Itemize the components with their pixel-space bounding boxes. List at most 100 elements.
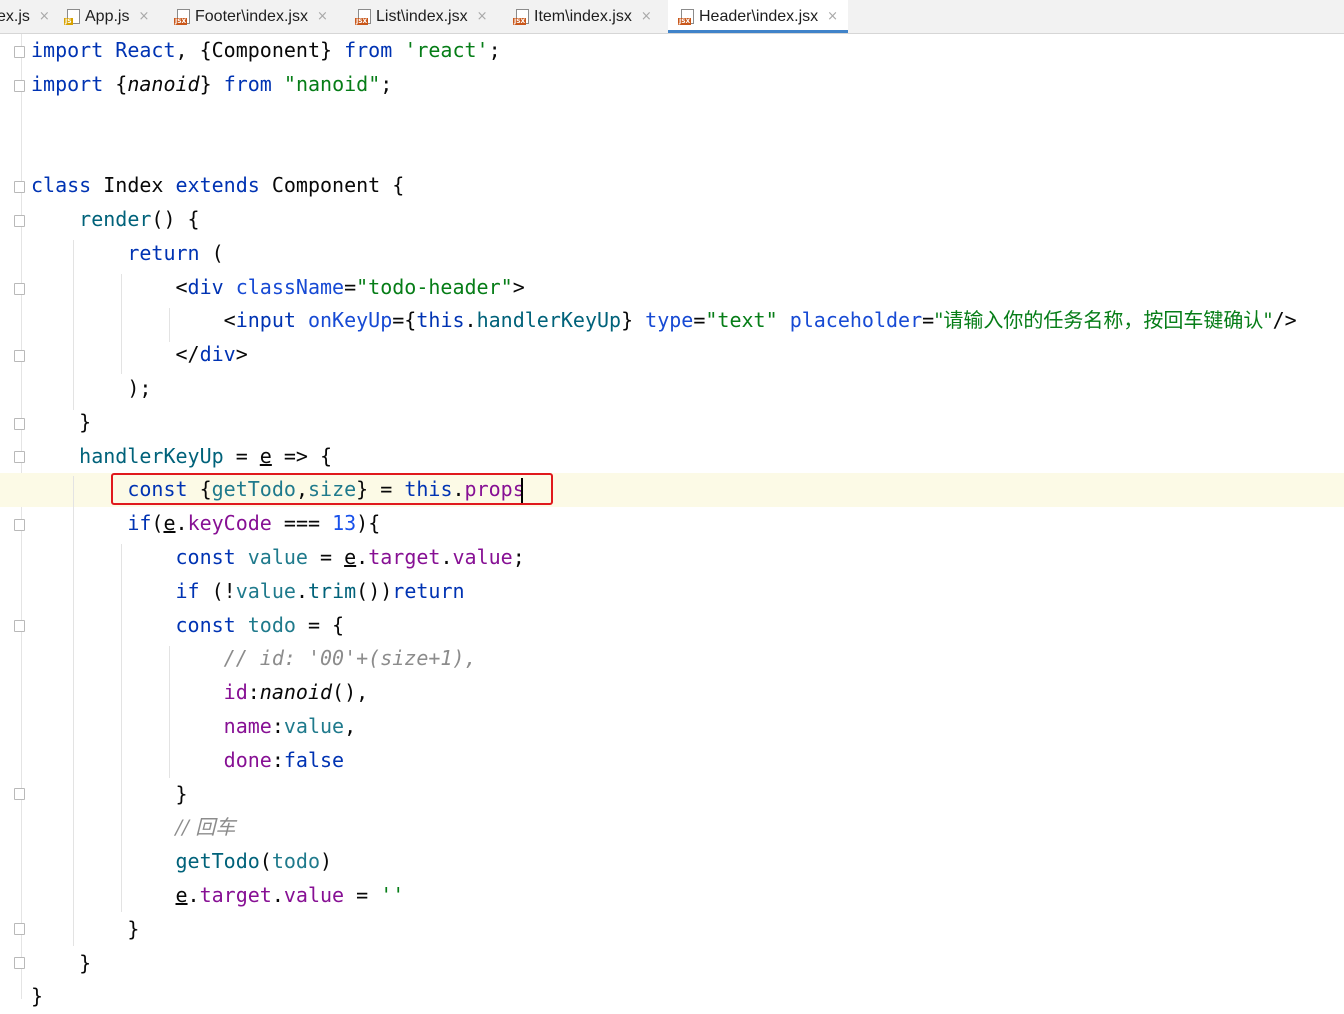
js-file-icon: JS [64,8,80,25]
code-line[interactable]: name:value, [31,710,356,744]
fold-marker-icon[interactable] [14,283,25,295]
code-token: handlerKeyUp [476,308,622,333]
code-token: import [31,38,104,62]
fold-marker-icon[interactable] [14,957,25,969]
code-token: if [175,578,200,603]
code-token: from [344,38,393,62]
code-line[interactable]: class Index extends Component { [31,169,404,203]
code-token: ; [488,38,501,62]
code-line[interactable]: return ( [31,237,224,271]
close-icon[interactable]: × [477,9,488,24]
code-line[interactable]: handlerKeyUp = e => { [31,440,332,474]
code-line[interactable]: // 回车 [31,811,236,845]
code-line[interactable]: } [31,406,91,440]
code-line[interactable]: if (!value.trim())return [31,575,465,609]
code-token: todo [247,612,296,637]
code-token: = [344,274,357,299]
code-token: } [621,308,646,333]
code-token: extends [175,173,260,198]
code-line[interactable]: id:nanoid(), [31,676,369,710]
fold-marker-icon[interactable] [14,80,25,92]
code-line[interactable]: } [31,947,91,981]
code-token: } [31,781,188,806]
fold-marker-icon[interactable] [14,181,25,193]
code-token: '' [380,883,405,907]
code-token: : [271,714,284,738]
code-line[interactable]: <input onKeyUp={this.handlerKeyUp} type=… [31,304,1297,338]
code-token: ; [512,545,525,569]
code-token: /> [1272,308,1297,333]
code-token: target [199,883,272,907]
code-token: . [175,511,188,536]
code-line[interactable]: <div className="todo-header"> [31,271,525,305]
code-line[interactable]: getTodo(todo) [31,845,333,879]
code-token: e [344,545,357,569]
fold-marker-icon[interactable] [14,46,25,58]
fold-marker-icon[interactable] [14,451,25,463]
tab-header-index-jsx[interactable]: JSX Header\index.jsx × [668,0,849,33]
code-token: ) [320,849,333,874]
code-token: render [79,207,152,231]
code-line[interactable]: import React, {Component} from 'react'; [31,34,501,68]
code-line[interactable]: const todo = { [31,609,345,643]
code-line[interactable]: e.target.value = '' [31,879,405,913]
code-token: getTodo [175,849,260,874]
fold-marker-icon[interactable] [14,620,25,632]
code-line[interactable]: </div> [31,338,248,372]
fold-marker-icon[interactable] [14,519,25,531]
tab-list-index-jsx[interactable]: JSX List\index.jsx × [355,0,488,33]
code-token: "nanoid" [283,71,381,96]
close-icon[interactable]: × [138,9,149,24]
code-line[interactable]: done:false [31,744,344,778]
code-token: ( [199,240,224,265]
code-token: onKeyUp [307,308,393,333]
fold-marker-icon[interactable] [14,788,25,800]
code-token: ={ [392,308,417,333]
tab-label: ex.js [0,7,30,25]
code-line[interactable]: // id: '00'+(size+1), [31,642,477,676]
jsx-file-icon: JSX [513,8,529,25]
code-token: // 回车 [175,815,236,840]
code-token: > [235,342,248,367]
code-token: () { [151,207,200,231]
tab-app-js[interactable]: JS App.js × [64,0,149,33]
tab-item-index-jsx[interactable]: JSX Item\index.jsx × [513,0,652,33]
code-token: = { [295,612,345,637]
highlight-annotation-box [111,473,553,505]
code-line[interactable]: import {nanoid} from "nanoid"; [31,68,392,102]
close-icon[interactable]: × [641,9,652,24]
code-token: handlerKeyUp [79,443,224,468]
editor-gutter [0,34,22,999]
code-token: ( [259,849,272,874]
code-line[interactable]: if(e.keyCode === 13){ [31,507,380,541]
fold-marker-icon[interactable] [14,418,25,430]
code-token: placeholder [789,308,923,333]
tab-index-js[interactable]: ex.js × [0,0,50,33]
tab-label: App.js [85,7,130,25]
close-icon[interactable]: × [39,9,50,24]
code-token: const [175,545,236,569]
fold-marker-icon[interactable] [14,923,25,935]
code-line[interactable]: const value = e.target.value; [31,541,525,575]
code-line[interactable]: } [31,778,188,812]
code-token: } [31,984,44,1009]
tab-footer-index-jsx[interactable]: JSX Footer\index.jsx × [174,0,328,33]
code-line[interactable]: ); [31,372,151,406]
close-icon[interactable]: × [317,9,328,24]
fold-marker-icon[interactable] [14,215,25,227]
code-editor[interactable]: import React, {Component} from 'react'; i… [31,34,1344,1008]
close-icon[interactable]: × [827,9,838,24]
fold-marker-icon[interactable] [14,350,25,362]
code-token: . [440,545,453,569]
code-line[interactable]: render() { [31,203,200,237]
code-token: // id: '00'+(size+1), [223,646,477,671]
code-line[interactable]: } [31,980,43,1014]
code-token: } [31,409,92,434]
code-line[interactable]: } [31,913,139,947]
